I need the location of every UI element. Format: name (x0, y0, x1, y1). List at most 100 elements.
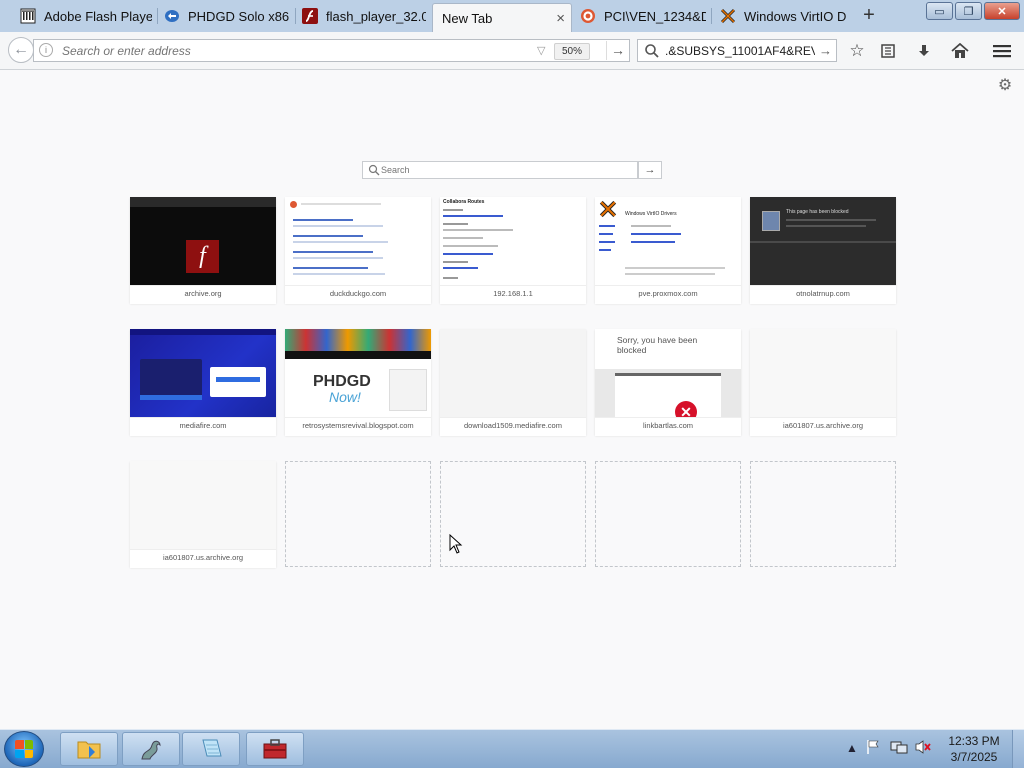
empty-tile-slot (595, 461, 741, 567)
tile-thumbnail: This page has been blocked (750, 197, 896, 285)
tab-phdgd[interactable]: PHDGD Solo x86 F (158, 3, 296, 29)
gear-icon[interactable]: ⚙ (996, 77, 1014, 95)
show-desktop-button[interactable] (1012, 730, 1024, 768)
tab-adobe-flash[interactable]: Adobe Flash Playe (14, 3, 158, 29)
clock-time: 12:33 PM (948, 734, 1000, 748)
search-icon (644, 43, 660, 59)
tab-label: flash_player_32.0.0 (326, 8, 426, 24)
action-center-flag-icon[interactable] (866, 739, 880, 758)
blocked-x-icon: ✕ (675, 401, 697, 417)
go-button[interactable]: → (606, 41, 629, 60)
new-tab-page: ⚙ → f archive.org duckduckgo.com (0, 70, 1024, 729)
new-tab-button[interactable]: + (858, 5, 880, 27)
top-site-tile[interactable]: f archive.org (130, 197, 276, 304)
tab-label: Adobe Flash Playe (44, 8, 152, 24)
top-site-tile[interactable]: ia601807.us.archive.org (130, 461, 276, 568)
address-bar[interactable]: i ▽ 50% → (33, 39, 630, 62)
top-site-tile[interactable]: mediafire.com (130, 329, 276, 436)
duckduckgo-icon (580, 8, 596, 24)
top-site-tile[interactable]: Collabora Routes 192.168.1.1 (440, 197, 586, 304)
tile-caption: pve.proxmox.com (595, 285, 741, 304)
tile-thumbnail (285, 197, 431, 285)
toolbox-icon (263, 739, 287, 759)
tab-strip: Adobe Flash Playe PHDGD Solo x86 F flash… (0, 0, 1024, 32)
search-text[interactable]: .&SUBSYS_11001AF4&REV_02 (665, 44, 815, 58)
search-bar[interactable]: .&SUBSYS_11001AF4&REV_02 → (637, 39, 837, 62)
tab-virtio[interactable]: Windows VirtIO Dr (714, 3, 852, 29)
blogger-icon (164, 8, 180, 24)
pocket-icon[interactable]: ▽ (537, 44, 545, 57)
network-icon[interactable] (890, 739, 908, 758)
tab-flash-player[interactable]: flash_player_32.0.0 (296, 3, 432, 29)
volume-muted-icon[interactable] (914, 739, 932, 758)
tab-label: New Tab (442, 10, 493, 26)
minimize-button[interactable]: ▭ (926, 2, 953, 20)
tile-caption: duckduckgo.com (285, 285, 431, 304)
empty-tile-slot (285, 461, 431, 567)
top-site-tile[interactable]: download1509.mediafire.com (440, 329, 586, 436)
tile-caption: download1509.mediafire.com (440, 417, 586, 436)
search-go-button[interactable]: → (819, 43, 832, 58)
top-site-tile[interactable]: Sorry, you have been blocked ✕ linkbartl… (595, 329, 741, 436)
tile-caption: retrosystemsrevival.blogspot.com (285, 417, 431, 436)
bookmark-star-icon[interactable]: ☆ (846, 40, 868, 62)
tile-thumbnail (130, 461, 276, 549)
start-button[interactable] (4, 731, 44, 767)
tile-thumbnail (130, 329, 276, 417)
maximize-button[interactable]: ❐ (955, 2, 982, 20)
zoom-indicator[interactable]: 50% (554, 43, 590, 60)
tile-caption: ia601807.us.archive.org (130, 549, 276, 568)
download-icon[interactable] (913, 40, 935, 62)
home-icon[interactable] (949, 40, 971, 62)
top-site-tile[interactable]: duckduckgo.com (285, 197, 431, 304)
top-site-tile[interactable]: PHDGD Now! retrosystemsrevival.blogspot.… (285, 329, 431, 436)
newtab-search-go[interactable]: → (638, 161, 662, 179)
taskbar-explorer[interactable] (60, 732, 118, 766)
navigation-toolbar: ← i ▽ 50% → .&SUBSYS_11001AF4&REV_02 → ☆ (0, 32, 1024, 70)
tab-label: PCI\VEN_1234&DE (604, 8, 706, 24)
newtab-search-box[interactable] (362, 161, 638, 179)
top-site-tile[interactable]: ia601807.us.archive.org (750, 329, 896, 436)
menu-icon[interactable] (991, 40, 1013, 62)
tile-caption: mediafire.com (130, 417, 276, 436)
url-input[interactable] (62, 42, 532, 59)
top-site-tile[interactable]: This page has been blocked otnolatrnup.c… (750, 197, 896, 304)
proxmox-icon (720, 8, 736, 24)
proxmox-icon (599, 200, 617, 218)
back-button[interactable]: ← (8, 37, 34, 63)
tab-label: PHDGD Solo x86 F (188, 8, 290, 24)
close-tab-icon[interactable]: × (556, 10, 565, 27)
tab-label: Windows VirtIO Dr (744, 8, 846, 24)
newtab-search-input[interactable] (381, 163, 631, 177)
show-hidden-icons[interactable]: ▲ (846, 741, 858, 755)
tile-thumbnail: PHDGD Now! (285, 329, 431, 417)
tile-caption: linkbartlas.com (595, 417, 741, 436)
flash-icon (302, 8, 318, 24)
tile-caption: otnolatrnup.com (750, 285, 896, 304)
tile-caption: ia601807.us.archive.org (750, 417, 896, 436)
tab-pci-ven[interactable]: PCI\VEN_1234&DE (574, 3, 712, 29)
tile-thumbnail: Windows VirtIO Drivers (595, 197, 741, 285)
reading-list-icon[interactable] (877, 40, 899, 62)
top-site-tile[interactable]: Windows VirtIO Drivers pve.proxmox.com (595, 197, 741, 304)
taskbar-notepad[interactable] (182, 732, 240, 766)
taskbar: ▲ 12:33 PM 3/7/2025 (0, 729, 1024, 768)
empty-tile-slot (750, 461, 896, 567)
close-window-button[interactable]: ✕ (984, 2, 1020, 20)
taskbar-toolbox[interactable] (246, 732, 304, 766)
tile-thumbnail: Sorry, you have been blocked ✕ (595, 329, 741, 417)
info-icon[interactable]: i (39, 43, 53, 57)
notepad-icon (202, 739, 222, 757)
tile-thumbnail: f (130, 197, 276, 285)
taskbar-app-dragon[interactable] (122, 732, 180, 766)
tile-caption: 192.168.1.1 (440, 285, 586, 304)
dragon-icon (141, 740, 161, 760)
folder-icon (77, 741, 101, 759)
clock-date: 3/7/2025 (950, 750, 998, 764)
tile-thumbnail (750, 329, 896, 417)
tile-thumbnail: Collabora Routes (440, 197, 586, 285)
system-clock[interactable]: 12:33 PM 3/7/2025 (944, 733, 1004, 765)
search-icon (368, 164, 380, 176)
archive-icon (20, 8, 36, 24)
tab-new-tab[interactable]: New Tab × (432, 3, 572, 32)
